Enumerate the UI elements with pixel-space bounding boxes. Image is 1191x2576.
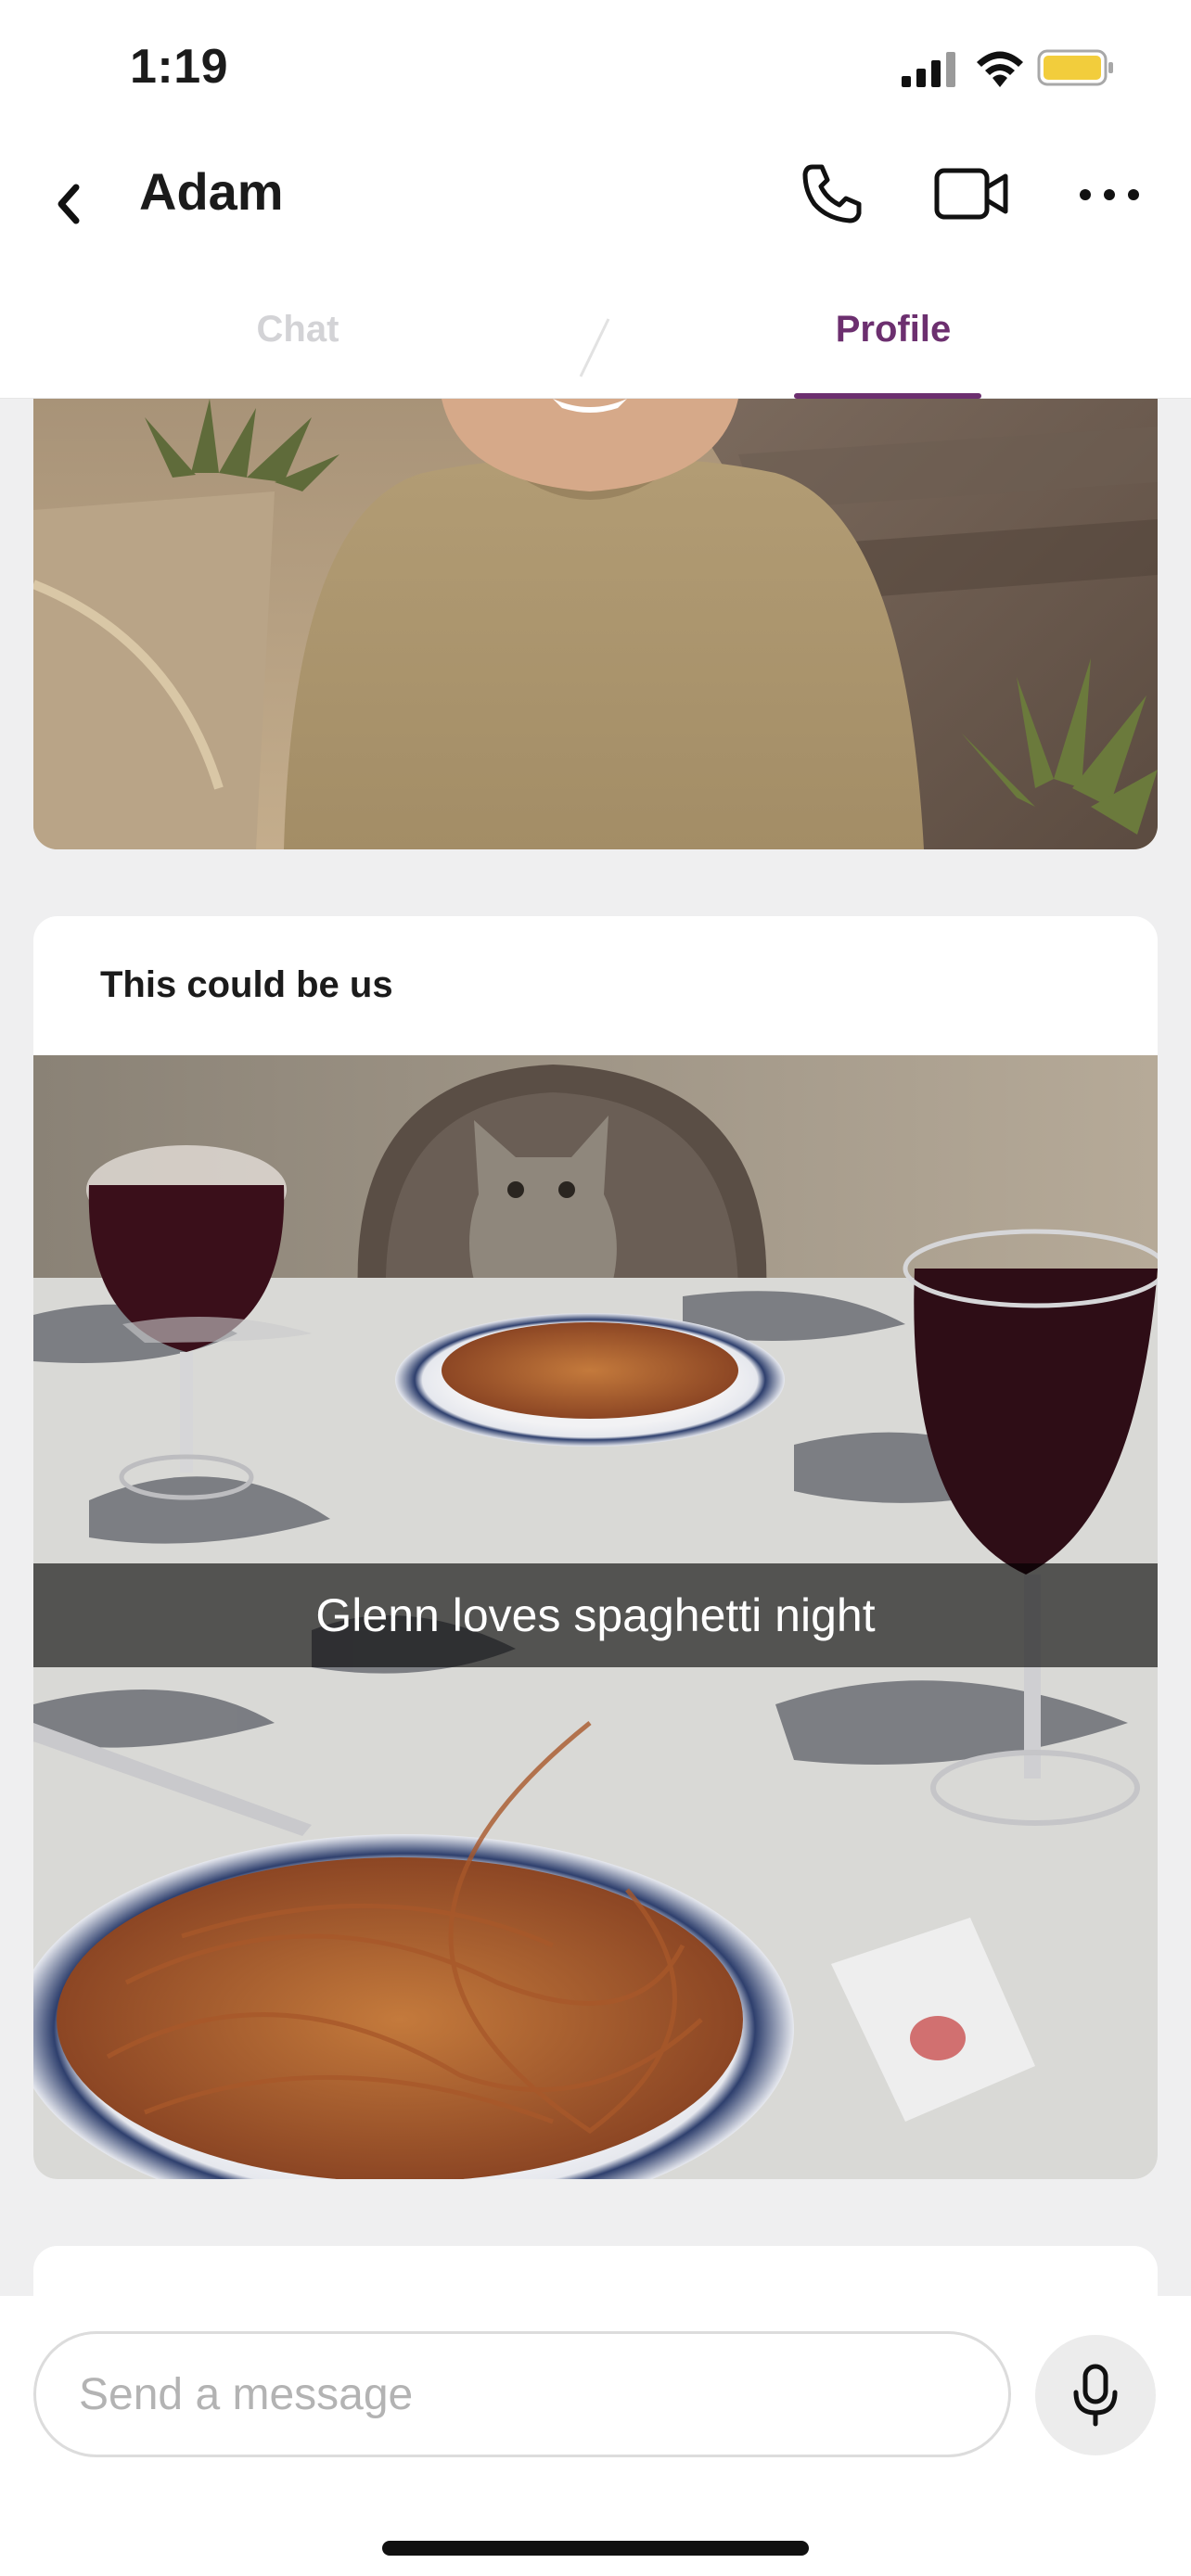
status-bar: 1:19 <box>0 0 1191 139</box>
photo-caption: Glenn loves spaghetti night <box>315 1589 876 1641</box>
battery-icon <box>1037 49 1113 86</box>
cellular-signal-icon <box>902 52 955 87</box>
home-indicator[interactable] <box>382 2541 809 2556</box>
message-composer <box>0 2296 1191 2576</box>
microphone-icon <box>1073 2364 1118 2427</box>
prompt-photo[interactable]: Glenn loves spaghetti night <box>33 1055 1158 2179</box>
wifi-icon <box>977 51 1023 87</box>
tab-chat[interactable]: Chat <box>0 260 596 399</box>
more-horizontal-icon[interactable] <box>1076 176 1143 213</box>
microphone-button[interactable] <box>1035 2335 1156 2455</box>
profile-photo[interactable] <box>33 399 1158 849</box>
status-time: 1:19 <box>130 40 229 94</box>
phone-icon[interactable] <box>800 161 864 226</box>
tab-profile[interactable]: Profile <box>596 260 1191 399</box>
photo-caption-bar: Glenn loves spaghetti night <box>33 1563 1158 1667</box>
prompt-title: This could be us <box>100 964 393 1005</box>
video-camera-icon[interactable] <box>933 163 1011 224</box>
message-input[interactable] <box>33 2331 1011 2457</box>
profile-prompt-card: This could be us Glenn loves spaghetti n… <box>33 916 1158 2179</box>
chat-header: Adam <box>0 139 1191 260</box>
profile-photo-image <box>33 399 1158 849</box>
tab-bar: Chat Profile <box>0 260 1191 399</box>
back-chevron-icon[interactable] <box>45 176 91 232</box>
contact-name[interactable]: Adam <box>139 161 284 222</box>
